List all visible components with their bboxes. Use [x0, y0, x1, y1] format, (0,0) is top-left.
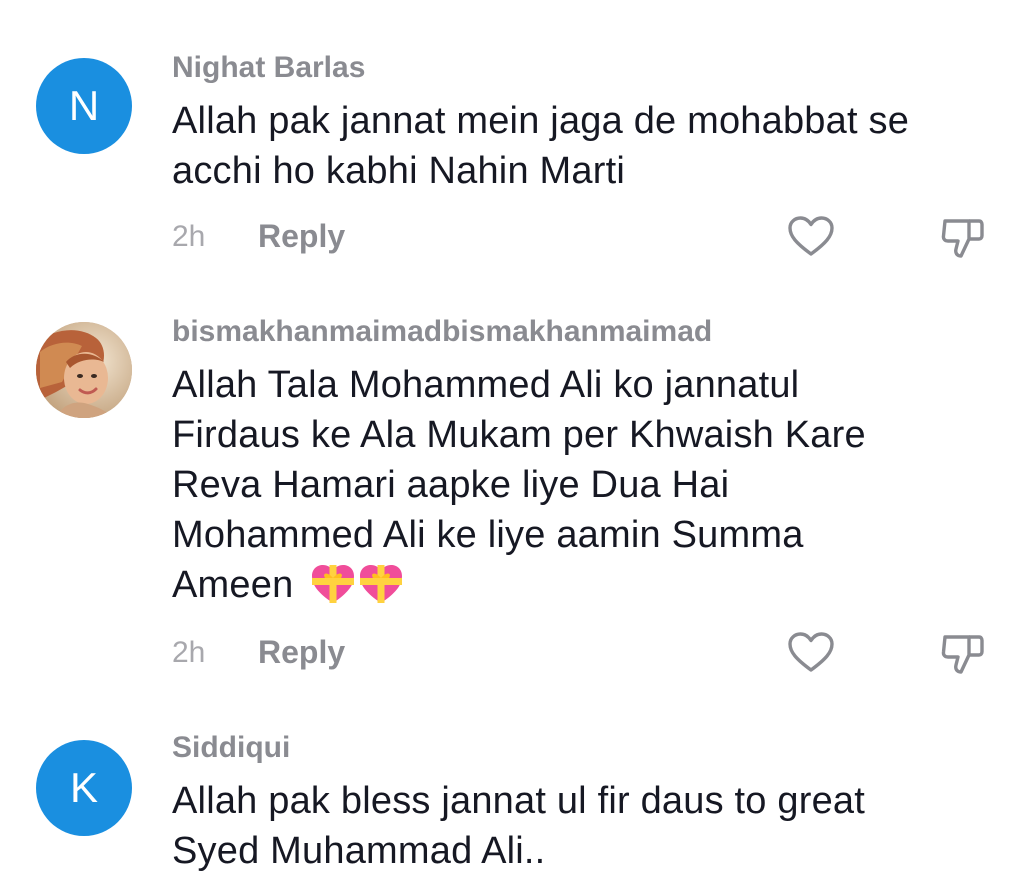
comment-text-line: Mohammed Ali ke liye aamin Summa: [172, 514, 804, 556]
avatar[interactable]: K: [36, 740, 132, 836]
comment-time: 2h: [172, 636, 206, 669]
avatar-letter: N: [68, 82, 100, 129]
comment-username[interactable]: bismakhanmaimadbismakhanmaimad: [172, 314, 994, 350]
comment-body: bismakhanmaimadbismakhanmaimad Allah Tal…: [172, 314, 994, 618]
heart-outline-icon: [788, 632, 834, 672]
comment-meta: 2h Reply: [172, 628, 994, 678]
comment-text-line: Allah Tala Mohammed Ali ko jannatul: [172, 364, 800, 406]
comment-text-line: Allah pak jannat mein jaga de mohabbat s…: [172, 100, 910, 142]
comment-text: Allah pak jannat mein jaga de mohabbat s…: [172, 96, 994, 196]
dislike-button[interactable]: [938, 628, 988, 678]
reply-button[interactable]: Reply: [258, 634, 345, 671]
reply-button[interactable]: Reply: [258, 218, 345, 255]
comment-meta: 2h Reply: [172, 212, 994, 262]
like-button[interactable]: [786, 628, 836, 678]
comment-text-line: Ameen: [172, 564, 294, 606]
heart-with-ribbon-icon: [310, 563, 356, 618]
comment-text: Allah pak bless jannat ul fir daus to gr…: [172, 776, 994, 876]
comment-username[interactable]: Siddiqui: [172, 730, 994, 766]
avatar-letter: K: [69, 764, 98, 811]
dislike-button[interactable]: [938, 212, 988, 262]
avatar-photo: [36, 322, 132, 418]
comment-text-line: Reva Hamari aapke liye Dua Hai: [172, 464, 730, 506]
thumbs-down-outline-icon: [941, 219, 984, 258]
comment-text: Allah Tala Mohammed Ali ko jannatul Fird…: [172, 360, 994, 618]
like-button[interactable]: [786, 212, 836, 262]
comment-text-line: Syed Muhammad Ali..: [172, 830, 546, 872]
comment-text-line: acchi ho kabhi Nahin Marti: [172, 150, 625, 192]
comment-text-line: Firdaus ke Ala Mukam per Khwaish Kare: [172, 414, 866, 456]
avatar[interactable]: N: [36, 58, 132, 154]
thumbs-down-outline-icon: [941, 635, 984, 674]
avatar[interactable]: [36, 322, 132, 418]
comment-body: Siddiqui Allah pak bless jannat ul fir d…: [172, 730, 994, 876]
comment-text-line: Allah pak bless jannat ul fir daus to gr…: [172, 780, 866, 822]
comment-body: Nighat Barlas Allah pak jannat mein jaga…: [172, 50, 994, 196]
heart-with-ribbon-icon: [358, 563, 404, 618]
comment-time: 2h: [172, 220, 206, 253]
comment-text-line-last: Ameen: [172, 560, 994, 618]
comment-username[interactable]: Nighat Barlas: [172, 50, 994, 86]
heart-outline-icon: [788, 216, 834, 256]
